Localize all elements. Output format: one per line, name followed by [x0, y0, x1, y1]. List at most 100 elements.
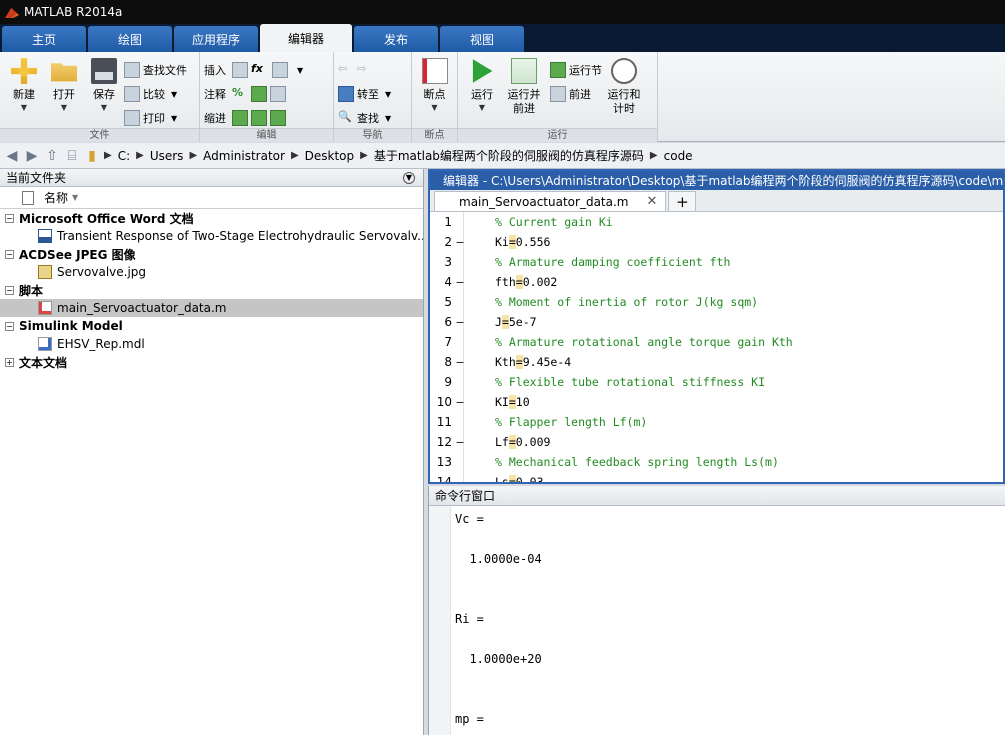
run-section-button[interactable]: 运行节 — [550, 58, 602, 82]
code-line[interactable]: 12— Lf=0.009 — [430, 432, 1003, 452]
code-line[interactable]: 8— Kth=9.45e-4 — [430, 352, 1003, 372]
find-files-button[interactable]: 查找文件 — [124, 58, 187, 82]
decrease-indent-icon[interactable] — [270, 110, 286, 126]
file-group-header[interactable]: − Simulink Model — [0, 317, 423, 335]
tab-plots[interactable]: 绘图 — [88, 26, 172, 52]
smart-indent-icon[interactable] — [232, 110, 248, 126]
code-comment: % Flapper length Lf(m) — [495, 415, 648, 429]
goto-icon — [338, 86, 354, 102]
comment-button[interactable]: 注释 — [204, 82, 226, 106]
name-column-header[interactable]: 名称 ▼ — [0, 187, 423, 209]
expand-icon[interactable]: + — [5, 357, 14, 367]
back-arrow-icon[interactable]: ◀ — [4, 148, 20, 164]
chevron-down-icon[interactable]: ▼ — [297, 66, 303, 75]
assignment-operator: = — [508, 395, 516, 409]
breadcrumb-code[interactable]: code — [664, 149, 693, 163]
code-line[interactable]: 4— fth=0.002 — [430, 272, 1003, 292]
breakpoint-marker[interactable]: — — [454, 315, 466, 329]
code-line[interactable]: 14— Ls=0.03 — [430, 472, 1003, 482]
print-button[interactable]: 打印 ▼ — [124, 106, 187, 130]
tab-apps[interactable]: 应用程序 — [174, 26, 258, 52]
file-item[interactable]: EHSV_Rep.mdl — [0, 335, 423, 353]
simulink-model-icon — [38, 337, 52, 351]
code-line[interactable]: 13 % Mechanical feedback spring length Ls… — [430, 452, 1003, 472]
code-line[interactable]: 5 % Moment of inertia of rotor J(kg sqm) — [430, 292, 1003, 312]
file-item[interactable]: Transient Response of Two-Stage Electroh… — [0, 227, 423, 245]
breadcrumb-project[interactable]: 基于matlab编程两个阶段的伺服阀的仿真程序源码 — [374, 147, 644, 164]
code-line[interactable]: 11 % Flapper length Lf(m) — [430, 412, 1003, 432]
breakpoint-marker[interactable]: — — [454, 475, 466, 482]
command-window: 命令行窗口 Vc = 1.0000e-04 Ri = 1.0000e+20 mp = — [428, 486, 1005, 735]
wrap-comments-icon[interactable] — [270, 86, 286, 102]
file-group-header[interactable]: + 文本文档 — [0, 353, 423, 371]
insert-section-icon[interactable] — [232, 62, 248, 78]
code-line[interactable]: 9 % Flexible tube rotational stiffness KI — [430, 372, 1003, 392]
breakpoint-marker[interactable]: — — [454, 235, 466, 249]
chevron-down-icon: ▼ — [100, 103, 108, 112]
code-line[interactable]: 10— KI=10 — [430, 392, 1003, 412]
browse-folder-icon[interactable]: ⌸ — [64, 148, 80, 164]
variable-value: 0.556 — [515, 235, 551, 249]
file-group-header[interactable]: − Microsoft Office Word 文档 — [0, 209, 423, 227]
tab-view[interactable]: 视图 — [440, 26, 524, 52]
command-output[interactable]: Vc = 1.0000e-04 Ri = 1.0000e+20 mp = — [429, 506, 1005, 735]
file-icon — [22, 190, 34, 205]
file-item[interactable]: Servovalve.jpg — [0, 263, 423, 281]
goto-button[interactable]: 转至 ▼ — [338, 82, 391, 106]
breadcrumb-users[interactable]: Users — [150, 149, 184, 163]
new-tab-button[interactable]: + — [668, 191, 697, 211]
breadcrumb-administrator[interactable]: Administrator — [203, 149, 285, 163]
code-statement: fth=0.002 — [495, 275, 557, 289]
code-line[interactable]: 6— J=5e-7 — [430, 312, 1003, 332]
variable-name: Kth — [495, 355, 516, 369]
file-group-header[interactable]: − 脚本 — [0, 281, 423, 299]
panel-menu-icon[interactable]: ▼ — [403, 171, 415, 184]
printer-icon — [124, 110, 140, 126]
close-icon[interactable]: ✕ — [647, 194, 658, 209]
breakpoint-marker[interactable]: — — [454, 275, 466, 289]
breadcrumb-c[interactable]: C: — [118, 149, 130, 163]
forward-arrow-icon[interactable]: ⇨ — [357, 62, 373, 78]
code-line[interactable]: 7 % Armature rotational angle torque gain… — [430, 332, 1003, 352]
code-line[interactable]: 3 % Armature damping coefficient fth — [430, 252, 1003, 272]
collapse-icon[interactable]: − — [5, 249, 14, 259]
collapse-icon[interactable]: − — [5, 321, 14, 331]
chevron-down-icon: ▼ — [431, 103, 438, 112]
compare-button[interactable]: 比较 ▼ — [124, 82, 187, 106]
function-fx-icon[interactable]: fx — [251, 62, 269, 78]
breakpoint-marker[interactable]: — — [454, 435, 466, 449]
indent-button[interactable]: 缩进 — [204, 106, 226, 130]
advance-icon — [550, 86, 566, 102]
tab-publish[interactable]: 发布 — [354, 26, 438, 52]
breakpoint-marker[interactable]: — — [454, 355, 466, 369]
insert-button[interactable]: 插入 — [204, 58, 226, 82]
tab-home[interactable]: 主页 — [2, 26, 86, 52]
insert-function-icon[interactable] — [272, 62, 288, 78]
back-arrow-icon[interactable]: ⇦ — [338, 62, 354, 78]
code-statement: Ls=0.03 — [495, 475, 544, 482]
file-name: Servovalve.jpg — [57, 265, 147, 279]
editor-title-bar: 编辑器 - C:\Users\Administrator\Desktop\基于m… — [430, 171, 1003, 190]
tab-editor[interactable]: 编辑器 — [260, 24, 352, 52]
variable-value: 10 — [515, 395, 530, 409]
collapse-icon[interactable]: − — [5, 285, 14, 295]
code-line[interactable]: 1 % Current gain Ki — [430, 212, 1003, 232]
forward-arrow-icon[interactable]: ▶ — [24, 148, 40, 164]
editor-tab-file[interactable]: main_Servoactuator_data.m ✕ — [434, 191, 667, 211]
file-group-header[interactable]: − ACDSee JPEG 图像 — [0, 245, 423, 263]
find-button[interactable]: 🔍 查找 ▼ — [338, 106, 391, 130]
file-group-label: Simulink Model — [19, 319, 123, 333]
code-area[interactable]: 1% Current gain Ki 2— Ki=0.556 3% Armature … — [430, 212, 1003, 482]
comment-percent-icon[interactable]: % — [232, 86, 248, 102]
uncomment-icon[interactable] — [251, 86, 267, 102]
breakpoint-marker[interactable]: — — [454, 395, 466, 409]
breadcrumb-desktop[interactable]: Desktop — [305, 149, 355, 163]
file-item[interactable]: main_Servoactuator_data.m — [0, 299, 423, 317]
command-output-line: mp = — [455, 712, 484, 726]
file-group-label: 脚本 — [19, 283, 44, 298]
collapse-icon[interactable]: − — [5, 213, 14, 223]
up-folder-icon[interactable]: ⇧ — [44, 148, 60, 164]
code-line[interactable]: 2— Ki=0.556 — [430, 232, 1003, 252]
advance-button[interactable]: 前进 — [550, 82, 602, 106]
increase-indent-icon[interactable] — [251, 110, 267, 126]
